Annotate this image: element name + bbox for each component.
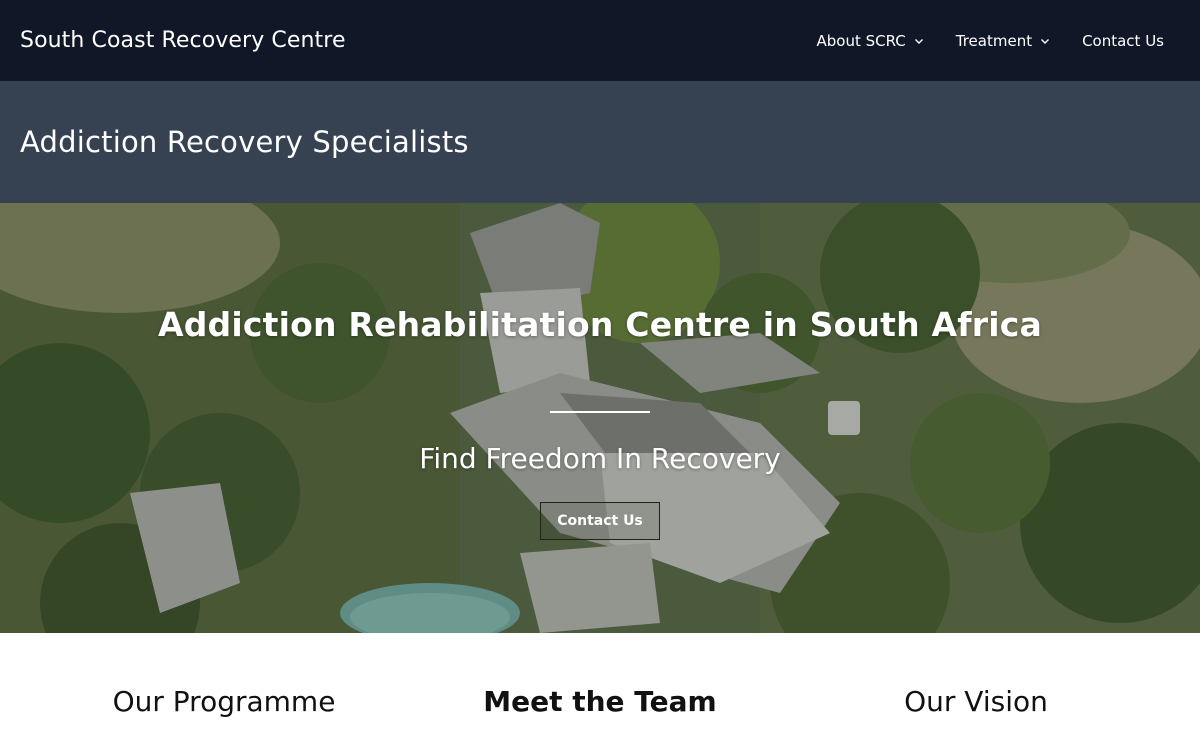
hero-contact-button[interactable]: Contact Us bbox=[540, 502, 660, 540]
main-nav: About SCRC Treatment Contact Us bbox=[816, 32, 1164, 50]
nav-item-label: Treatment bbox=[955, 31, 1033, 50]
nav-item-label: Contact Us bbox=[1082, 31, 1164, 50]
feature-sections: Our Programme Meet the Team Our Vision bbox=[0, 633, 1200, 740]
nav-item-treatment[interactable]: Treatment bbox=[956, 32, 1050, 50]
page-title: Addiction Recovery Specialists bbox=[20, 125, 469, 159]
hero-section: Addiction Rehabilitation Centre in South… bbox=[0, 203, 1200, 633]
nav-item-contact[interactable]: Contact Us bbox=[1082, 32, 1164, 50]
hero-overlay bbox=[0, 203, 1200, 633]
nav-item-about[interactable]: About SCRC bbox=[816, 32, 923, 50]
hero-divider bbox=[550, 411, 650, 413]
section-title-vision[interactable]: Our Vision bbox=[776, 685, 1176, 718]
site-header: South Coast Recovery Centre About SCRC T… bbox=[0, 0, 1200, 81]
page-title-banner: Addiction Recovery Specialists bbox=[0, 81, 1200, 203]
hero-subtitle: Find Freedom In Recovery bbox=[419, 442, 781, 475]
chevron-down-icon bbox=[914, 38, 923, 44]
hero-title: Addiction Rehabilitation Centre in South… bbox=[158, 305, 1042, 344]
site-title-link[interactable]: South Coast Recovery Centre bbox=[20, 28, 346, 53]
section-title-team[interactable]: Meet the Team bbox=[400, 685, 800, 718]
section-title-programme[interactable]: Our Programme bbox=[24, 685, 424, 718]
nav-item-label: About SCRC bbox=[816, 31, 906, 50]
chevron-down-icon bbox=[1041, 38, 1050, 44]
